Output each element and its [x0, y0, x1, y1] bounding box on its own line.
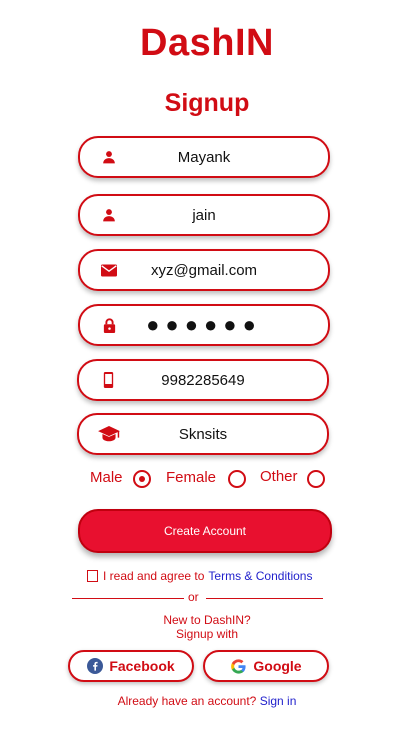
gender-male-radio[interactable] [133, 470, 151, 488]
facebook-icon [87, 658, 104, 674]
app-title: DashIN [140, 22, 274, 64]
gender-other-radio[interactable] [307, 470, 325, 488]
facebook-button[interactable]: Facebook [68, 650, 194, 682]
facebook-label: Facebook [109, 658, 175, 674]
first-name-field[interactable]: Mayank [78, 136, 330, 178]
terms-row: I read and agree to Terms & Conditions [87, 569, 312, 583]
terms-link[interactable]: Terms & Conditions [208, 569, 312, 583]
phone-icon [99, 371, 117, 389]
school-icon [97, 425, 121, 443]
gender-group: Male Female Other [0, 468, 414, 490]
create-account-button[interactable]: Create Account [78, 509, 332, 553]
gender-female-label: Female [166, 469, 217, 486]
password-field[interactable]: ●●●●●● [78, 304, 330, 346]
page-title: Signup [164, 89, 250, 117]
mail-icon [100, 261, 118, 279]
already-text: Already have an account? [117, 694, 257, 708]
new-to-text: New to DashIN? [163, 613, 251, 627]
signup-with-text: Signup with [175, 627, 239, 641]
last-name-field[interactable]: jain [78, 194, 330, 236]
terms-text: I read and agree to [103, 569, 205, 583]
gender-other-label: Other [260, 468, 298, 485]
signin-row: Already have an account? Sign in [0, 694, 414, 708]
google-button[interactable]: Google [203, 650, 329, 682]
lock-icon [100, 316, 118, 334]
gender-male-label: Male [90, 469, 123, 486]
terms-checkbox[interactable] [87, 570, 98, 582]
or-divider: or [72, 590, 323, 606]
person-icon [100, 148, 118, 166]
signin-link[interactable]: Sign in [260, 694, 297, 708]
google-label: Google [253, 658, 302, 674]
gender-female-radio[interactable] [228, 470, 246, 488]
college-field[interactable]: Sknsits [77, 413, 329, 455]
google-icon [230, 658, 247, 675]
divider-line-right [206, 598, 323, 599]
email-field[interactable]: xyz@gmail.com [78, 249, 330, 291]
divider-line-left [72, 598, 184, 599]
person-icon [100, 206, 118, 224]
phone-field[interactable]: 9982285649 [77, 359, 329, 401]
or-label: or [188, 590, 199, 604]
